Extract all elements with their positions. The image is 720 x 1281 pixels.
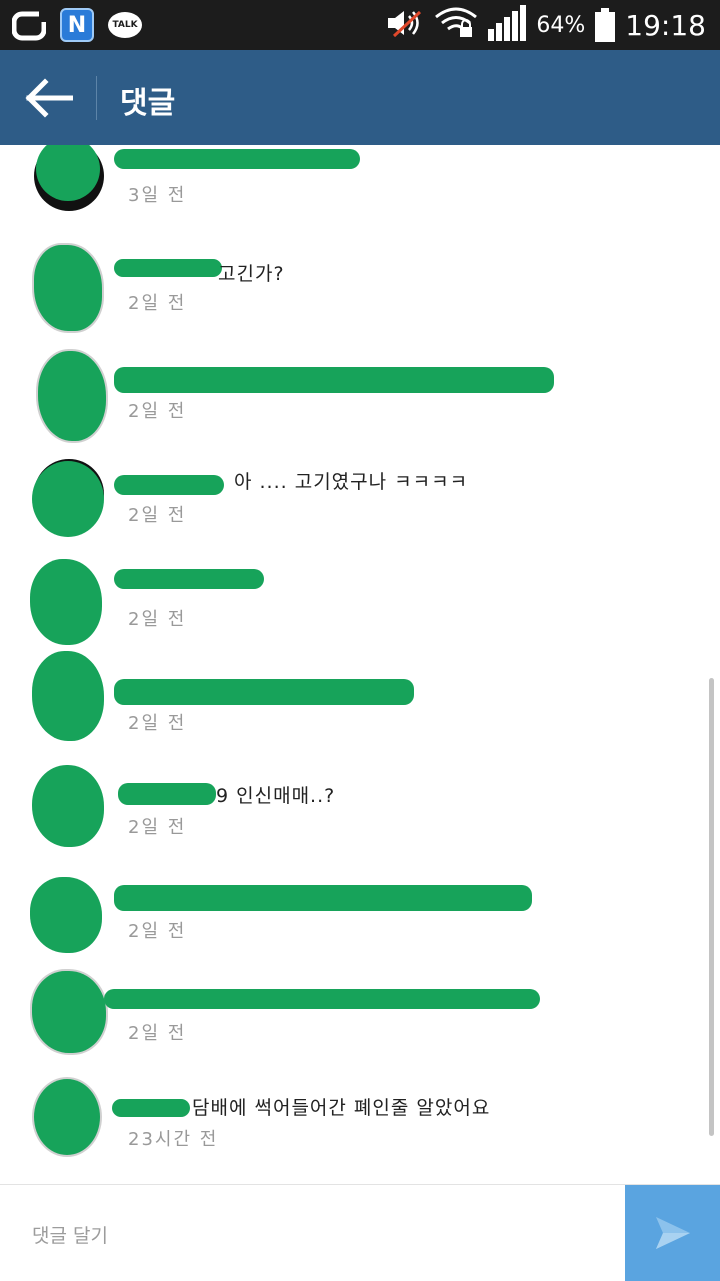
username-redaction — [114, 149, 360, 169]
send-button[interactable] — [625, 1185, 720, 1281]
comment-time: 23시간 전 — [128, 1129, 219, 1150]
username-redaction — [114, 569, 264, 589]
avatar[interactable] — [34, 245, 102, 331]
username-redaction — [114, 885, 532, 911]
username-redaction — [114, 679, 414, 705]
send-icon — [655, 1217, 690, 1249]
list-item[interactable]: 고긴가? 2일 전 — [0, 241, 720, 345]
comment-text: 아 .... 고기였구나 ㅋㅋㅋㅋ — [234, 471, 469, 493]
status-bar: N TALK 64% 19:18 — [0, 0, 720, 50]
avatar[interactable] — [30, 559, 102, 645]
comment-time: 2일 전 — [128, 1023, 187, 1044]
kakaotalk-icon: TALK — [108, 12, 142, 38]
list-item[interactable]: 3일 전 — [0, 145, 720, 241]
back-button[interactable] — [18, 70, 78, 125]
list-item[interactable]: 2일 전 — [0, 961, 720, 1065]
avatar[interactable] — [32, 651, 104, 741]
list-item[interactable]: 2일 전 — [0, 553, 720, 657]
mute-icon — [386, 8, 424, 42]
username-redaction — [114, 475, 224, 495]
comment-text: 고긴가? — [218, 263, 285, 285]
comment-text: 9 인신매매..? — [216, 785, 336, 807]
comment-time: 3일 전 — [128, 185, 187, 206]
comment-time: 2일 전 — [128, 817, 187, 838]
comment-time: 2일 전 — [128, 505, 187, 526]
avatar[interactable] — [34, 1079, 100, 1155]
list-item[interactable]: 9 인신매매..? 2일 전 — [0, 761, 720, 865]
avatar[interactable] — [32, 971, 106, 1053]
list-item[interactable]: 2일 전 — [0, 651, 720, 761]
comment-text: 담배에 썩어들어간 폐인줄 알았어요 — [192, 1097, 491, 1119]
battery-icon — [595, 8, 616, 42]
comment-time: 2일 전 — [128, 713, 187, 734]
arrow-left-icon — [25, 77, 73, 118]
page-title: 댓글 — [120, 86, 176, 121]
comment-time: 2일 전 — [128, 921, 187, 942]
divider — [96, 76, 97, 120]
comment-time: 2일 전 — [128, 401, 187, 422]
comment-time: 2일 전 — [128, 293, 187, 314]
list-item[interactable]: 2일 전 — [0, 345, 720, 449]
o-app-icon — [12, 8, 46, 42]
signal-icon — [488, 5, 527, 45]
comment-list[interactable]: 3일 전 고긴가? 2일 전 2일 전 아 .... 고기였구나 ㅋㅋㅋㅋ 2일… — [0, 145, 720, 1185]
username-redaction — [118, 783, 216, 805]
comment-input[interactable] — [30, 1215, 594, 1257]
avatar-redaction — [32, 461, 104, 537]
username-redaction — [114, 367, 554, 393]
username-redaction — [104, 989, 540, 1009]
wifi-icon — [434, 7, 478, 43]
naver-icon: N — [60, 8, 94, 42]
comment-input-bar — [0, 1184, 720, 1281]
app-bar: 댓글 — [0, 50, 720, 145]
list-item[interactable]: 아 .... 고기였구나 ㅋㅋㅋㅋ 2일 전 — [0, 449, 720, 553]
list-item[interactable]: 담배에 썩어들어간 폐인줄 알았어요 23시간 전 — [0, 1075, 720, 1179]
list-item[interactable]: 2일 전 — [0, 865, 720, 969]
username-redaction — [114, 259, 222, 277]
avatar[interactable] — [30, 877, 102, 953]
avatar[interactable] — [38, 351, 106, 441]
battery-percent: 64% — [536, 12, 586, 38]
avatar[interactable] — [32, 765, 104, 847]
clock: 19:18 — [625, 8, 706, 42]
username-redaction — [112, 1099, 190, 1117]
comment-time: 2일 전 — [128, 609, 187, 630]
scrollbar[interactable] — [709, 678, 714, 1136]
